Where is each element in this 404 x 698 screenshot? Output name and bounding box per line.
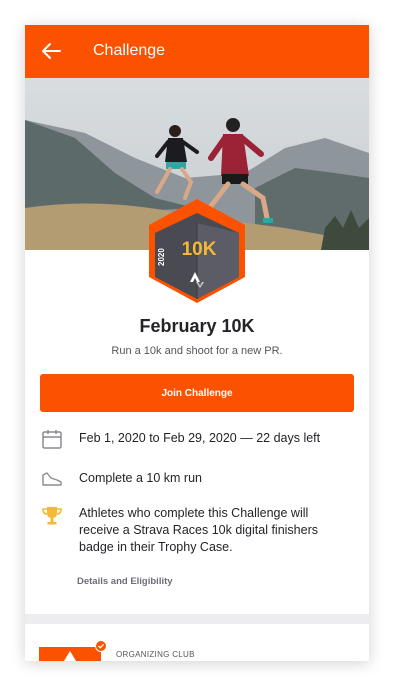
arrow-left-icon[interactable] [39, 39, 63, 63]
challenge-reward: Athletes who complete this Challenge wil… [79, 506, 319, 554]
details-eligibility-link[interactable]: Details and Eligibility [77, 576, 173, 587]
check-icon [95, 640, 107, 652]
calendar-icon [42, 430, 62, 449]
page-title: Challenge [93, 42, 166, 59]
challenge-dates: Feb 1, 2020 to Feb 29, 2020 — 22 days le… [79, 431, 321, 445]
organizing-club-label: ORGANIZING CLUB [116, 650, 195, 659]
club-logo[interactable] [39, 647, 101, 661]
shoe-icon [42, 472, 62, 486]
badge-distance: 10K [181, 239, 217, 260]
trophy-icon [42, 507, 62, 525]
strava-logo-icon [190, 272, 204, 288]
challenge-goal: Complete a 10 km run [79, 471, 202, 485]
join-challenge-button[interactable]: Join Challenge [40, 374, 354, 412]
section-divider [25, 614, 369, 624]
app-bar: Challenge [25, 25, 369, 78]
challenge-subtitle: Run a 10k and shoot for a new PR. [111, 345, 283, 357]
challenge-screen: Challenge 2020 10K February 10K Run a 10… [25, 25, 369, 661]
badge-year: 2020 [157, 248, 166, 266]
challenge-name: February 10K [139, 316, 255, 336]
